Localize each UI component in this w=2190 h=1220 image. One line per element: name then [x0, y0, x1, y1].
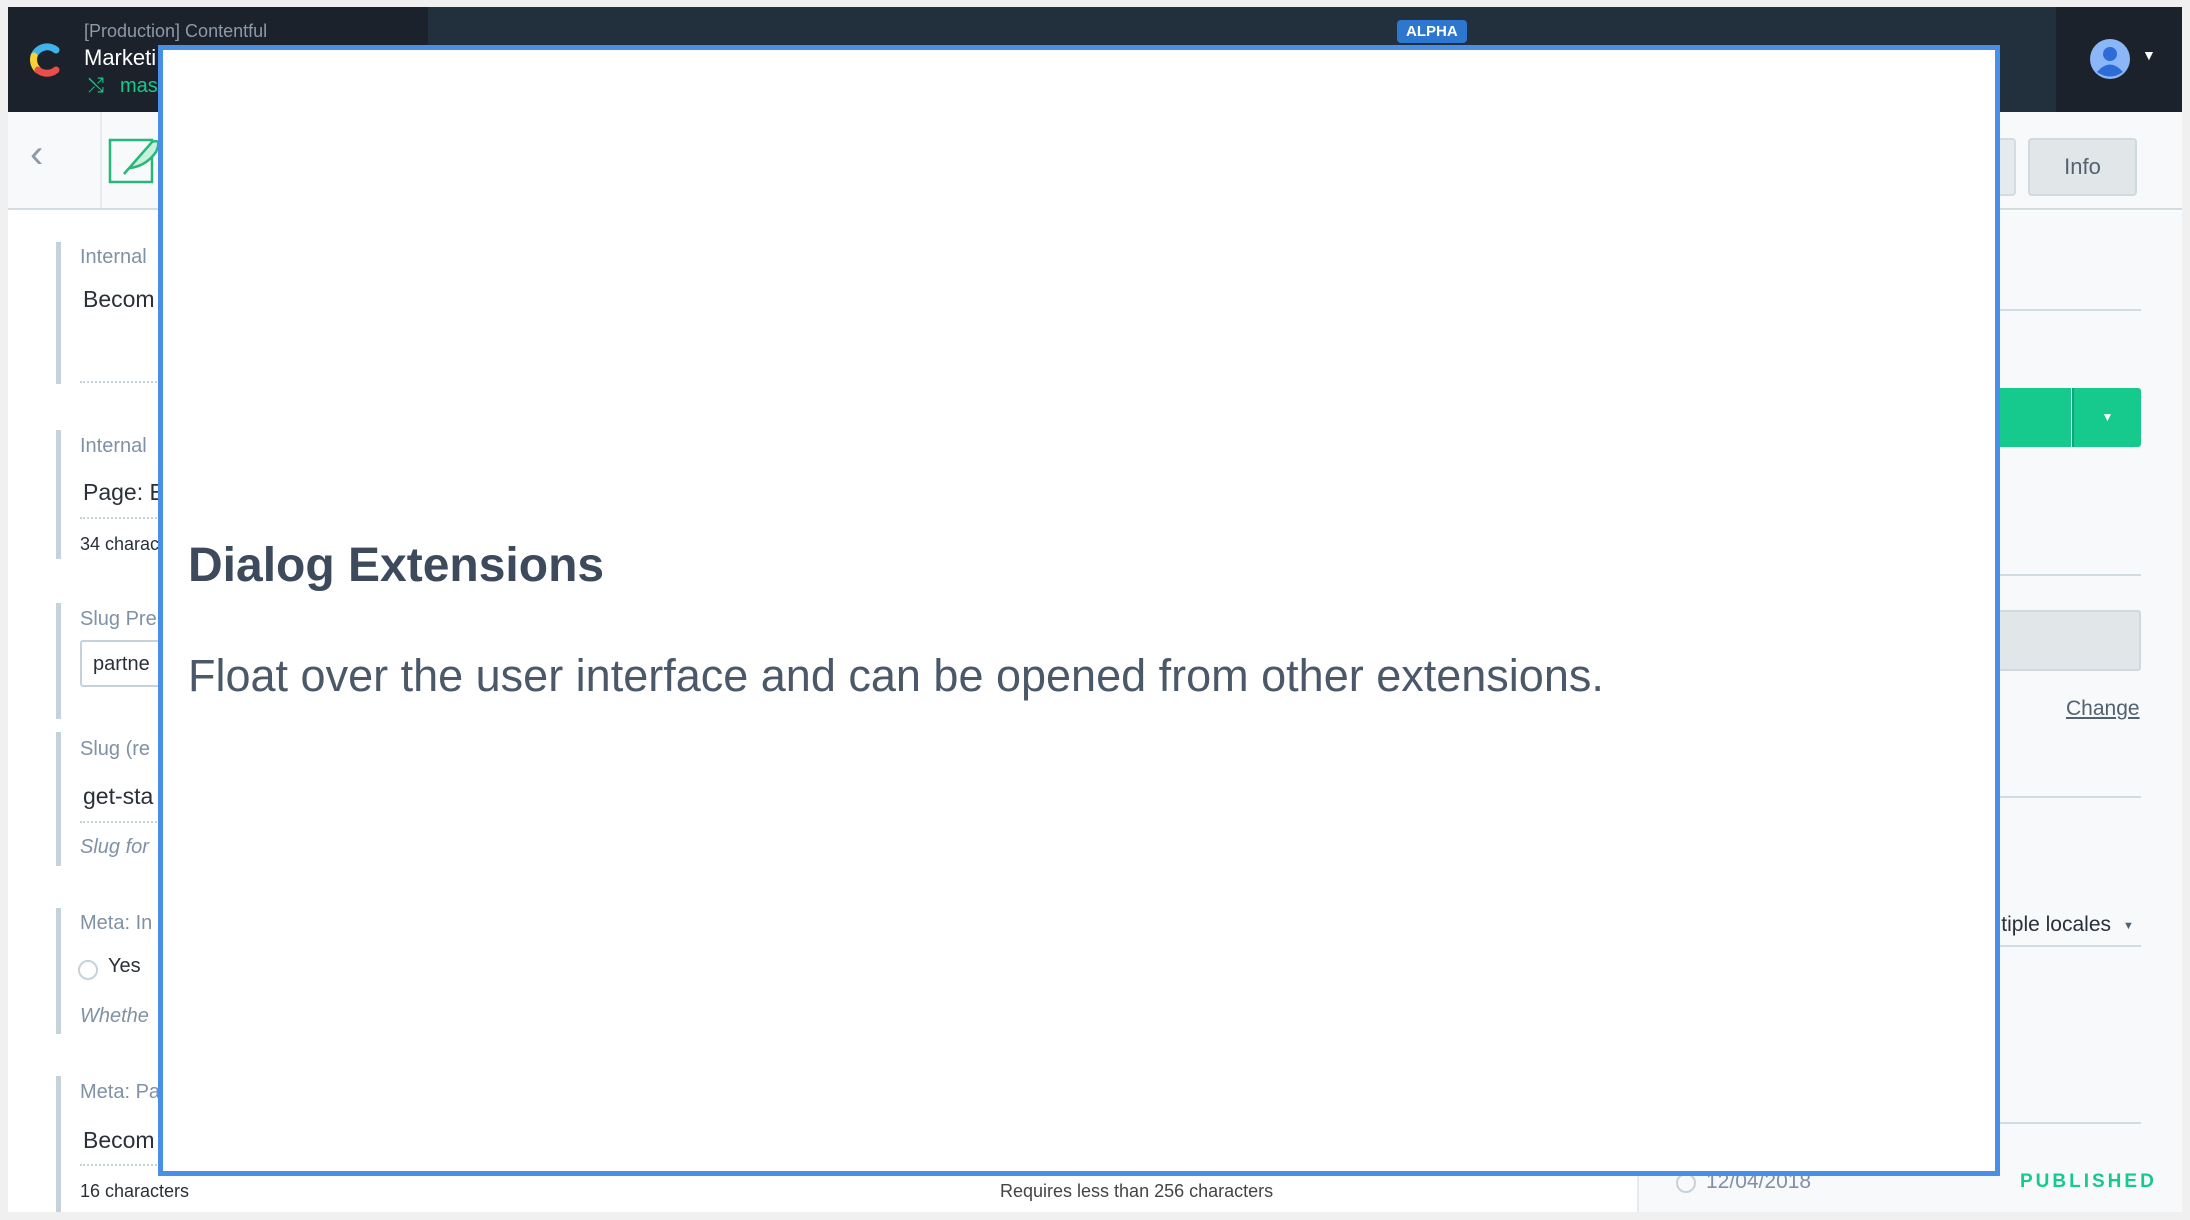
field-label: Slug Pre: [80, 608, 157, 630]
app-window: [Production] Contentful Marketi ⤭ mast A…: [8, 7, 2182, 1212]
version-radio[interactable]: [1676, 1173, 1696, 1193]
dialog-body: Float over the user interface and can be…: [188, 650, 1604, 701]
branch-name: mast: [120, 75, 164, 97]
field-hint: Whethe: [80, 1005, 149, 1027]
caret-down-icon: ▼: [2142, 47, 2156, 63]
publish-options-dropdown[interactable]: ▼: [2072, 388, 2141, 447]
info-button[interactable]: Info: [2028, 138, 2137, 196]
field-hint: Slug for: [80, 836, 149, 858]
field-input[interactable]: get-sta: [83, 783, 153, 810]
field-input[interactable]: Page: E: [83, 479, 165, 506]
space-environment: [Production] Contentful: [84, 21, 268, 41]
field-label: Internal: [80, 435, 147, 457]
locale-value: tiple locales: [2001, 913, 2111, 936]
alpha-badge: ALPHA: [1397, 20, 1467, 43]
field-label: Meta: Pa: [80, 1081, 161, 1103]
user-menu[interactable]: ▼: [2056, 7, 2182, 112]
field-input[interactable]: Becom: [83, 1127, 155, 1154]
field-input[interactable]: Becom: [83, 286, 155, 313]
field-label: Slug (re: [80, 738, 151, 760]
space-name: Marketi: [84, 45, 157, 70]
dialog-extension: Dialog Extensions Float over the user in…: [158, 45, 2000, 1176]
avatar-icon: [2090, 39, 2130, 79]
radio-yes[interactable]: [78, 960, 98, 980]
caret-down-icon: ▼: [2123, 920, 2134, 932]
field-label: Internal: [80, 246, 147, 268]
field-label: Meta: In: [80, 912, 153, 934]
char-count: 16 characters: [80, 1181, 190, 1201]
branch-icon: ⤭: [88, 75, 104, 97]
caret-down-icon: ▼: [2101, 410, 2114, 424]
radio-label: Yes: [108, 955, 141, 977]
change-link[interactable]: Change: [2066, 697, 2140, 721]
select-value: partne: [93, 653, 150, 675]
published-status: PUBLISHED: [2020, 1171, 2157, 1192]
back-chevron-icon[interactable]: ‹: [30, 132, 43, 177]
char-count: 34 charac: [80, 534, 160, 554]
contentful-logo-icon: [30, 43, 60, 77]
char-limit: Requires less than 256 characters: [1000, 1181, 1274, 1201]
dialog-title: Dialog Extensions: [188, 539, 605, 592]
